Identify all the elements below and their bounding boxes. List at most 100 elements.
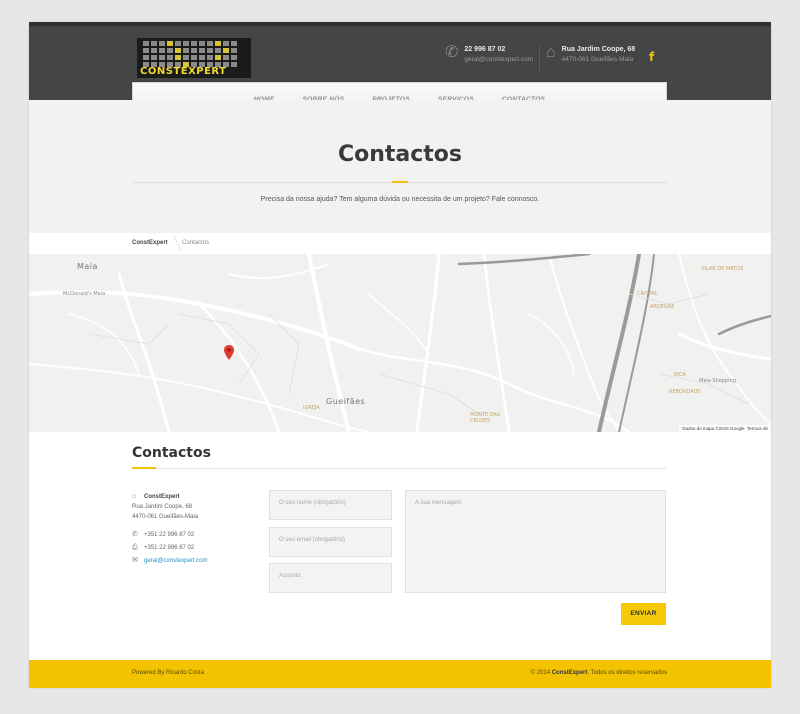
logo-block bbox=[231, 62, 237, 67]
facebook-icon[interactable]: f bbox=[649, 50, 654, 64]
map-credit-terms[interactable]: Termos de bbox=[747, 426, 768, 431]
header-address-block: ⌂ Rua Jardim Coope, 68 4470-061 Gueifães… bbox=[546, 45, 635, 65]
logo-block bbox=[159, 48, 165, 53]
map-label-gueifaes: Gueifães bbox=[326, 397, 366, 406]
subject-field[interactable]: Assunto bbox=[269, 563, 392, 593]
logo-block bbox=[175, 55, 181, 60]
header-address-line1: Rua Jardim Coope, 68 bbox=[561, 46, 636, 53]
logo-block bbox=[151, 41, 157, 46]
footer-rights: . Todos os direitos reservados bbox=[587, 670, 667, 676]
logo-block bbox=[199, 41, 205, 46]
contact-street: Rua Jardim Coope, 68 bbox=[132, 504, 193, 510]
map-label-vilar-de-matos: VILAR DE MATOS bbox=[701, 266, 744, 272]
page-frame: CONSTEXPERT ✆ 22 996 87 02 geral@constex… bbox=[29, 22, 771, 688]
logo-graphic bbox=[143, 41, 237, 67]
header-divider bbox=[539, 46, 540, 72]
logo-block bbox=[159, 55, 165, 60]
header-phone-block: ✆ 22 996 87 02 geral@constexpert.com bbox=[445, 45, 533, 65]
logo-block bbox=[215, 41, 221, 46]
logo-block bbox=[191, 41, 197, 46]
map-label-bica: BICA bbox=[674, 372, 686, 378]
logo-block bbox=[199, 48, 205, 53]
map-label-igreja: IGREJA bbox=[303, 405, 320, 411]
logo-block bbox=[151, 48, 157, 53]
breadcrumb: ConstExpert Contactos bbox=[29, 233, 771, 254]
logo-block bbox=[175, 48, 181, 53]
logo-block bbox=[231, 41, 237, 46]
breadcrumb-home[interactable]: ConstExpert bbox=[132, 240, 168, 246]
header-phone[interactable]: 22 996 87 02 bbox=[464, 45, 533, 55]
logo-block bbox=[223, 55, 229, 60]
site-logo[interactable]: CONSTEXPERT bbox=[137, 38, 251, 78]
contact-fax: +351 22 996 87 02 bbox=[144, 545, 195, 551]
logo-block bbox=[191, 55, 197, 60]
page-subtitle: Precisa da nossa ajuda? Tem alguma dúvid… bbox=[260, 196, 540, 203]
map-label-mcdonalds: McDonald's Maia bbox=[63, 291, 106, 297]
logo-block bbox=[215, 55, 221, 60]
logo-block bbox=[207, 41, 213, 46]
home-icon: ⌂ bbox=[132, 493, 137, 500]
phone-icon: ✆ bbox=[132, 531, 138, 538]
email-field[interactable]: O seu email (obrigatório) bbox=[269, 527, 392, 557]
logo-block bbox=[223, 41, 229, 46]
logo-text: CONSTEXPERT bbox=[140, 66, 227, 77]
logo-block bbox=[167, 41, 173, 46]
phone-icon: ✆ bbox=[445, 44, 459, 61]
site-footer: Powered By Ricardo Costa © 2014 ConstExp… bbox=[29, 660, 771, 688]
contact-details: ⌂ ConstExpert Rua Jardim Coope, 68 4470-0… bbox=[132, 492, 207, 566]
map-credit-data: Dados do mapa ©2015 Google bbox=[682, 426, 745, 431]
contact-company: ConstExpert bbox=[144, 494, 180, 500]
footer-credit: Powered By Ricardo Costa bbox=[132, 670, 205, 676]
title-accent bbox=[392, 181, 408, 183]
page-title-section: Contactos Precisa da nossa ajuda? Tem al… bbox=[29, 100, 771, 233]
logo-block bbox=[151, 55, 157, 60]
map-label-rebordaos: REBORDÃOS bbox=[669, 389, 701, 395]
logo-block bbox=[223, 48, 229, 53]
map-label-maia-shopping: Maia Shopping bbox=[699, 378, 736, 384]
logo-block bbox=[207, 48, 213, 53]
name-field[interactable]: O seu nome (obrigatório) bbox=[269, 490, 392, 520]
message-textarea[interactable]: A sua mensagem bbox=[405, 490, 666, 593]
contact-city: 4470-061 Gueifães-Maia bbox=[132, 514, 199, 520]
map-label-cristal: CRISTAL bbox=[637, 291, 658, 297]
logo-block bbox=[215, 48, 221, 53]
header-email[interactable]: geral@constexpert.com bbox=[464, 55, 533, 65]
contact-divider bbox=[132, 468, 666, 469]
envelope-icon: ✉ bbox=[132, 557, 138, 564]
logo-block bbox=[183, 41, 189, 46]
logo-block bbox=[183, 55, 189, 60]
logo-block bbox=[167, 48, 173, 53]
footer-copyright-year: © 2014 bbox=[530, 670, 551, 676]
map-label-monte-das-cruzes: MONTE DAS CRUZES bbox=[470, 412, 501, 424]
breadcrumb-separator bbox=[164, 236, 182, 251]
contact-accent bbox=[132, 467, 156, 469]
contact-heading: Contactos bbox=[132, 445, 211, 461]
logo-block bbox=[231, 48, 237, 53]
contact-email-link[interactable]: geral@constexpert.com bbox=[144, 556, 207, 566]
logo-block bbox=[167, 55, 173, 60]
fax-icon: ⎙ bbox=[132, 544, 138, 551]
logo-block bbox=[159, 41, 165, 46]
map-roads bbox=[29, 254, 771, 432]
send-button[interactable]: ENVIAR bbox=[621, 603, 666, 625]
page-title: Contactos bbox=[337, 142, 463, 167]
footer-copyright: © 2014 ConstExpert. Todos os direitos re… bbox=[531, 670, 667, 676]
logo-block bbox=[199, 55, 205, 60]
home-icon: ⌂ bbox=[546, 44, 556, 61]
logo-block bbox=[183, 48, 189, 53]
map-credits: Dados do mapa ©2015 Google Termos de bbox=[679, 425, 771, 432]
header-address-line2: 4470-061 Gueifães-Maia bbox=[561, 56, 634, 63]
logo-block bbox=[231, 55, 237, 60]
logo-block bbox=[191, 48, 197, 53]
map-label-ardegae: ARDEGÃE bbox=[650, 304, 675, 310]
contact-phone[interactable]: +351 22 996 87 02 bbox=[144, 530, 194, 540]
logo-block bbox=[143, 41, 149, 46]
logo-block bbox=[175, 41, 181, 46]
map-label-maia: Maia bbox=[77, 262, 98, 271]
logo-block bbox=[207, 55, 213, 60]
map-marker-icon[interactable] bbox=[224, 345, 234, 360]
logo-block bbox=[143, 55, 149, 60]
footer-brand[interactable]: ConstExpert bbox=[552, 670, 588, 676]
breadcrumb-current: Contactos bbox=[182, 240, 210, 246]
google-map[interactable]: Maia Gueifães VILAR DE MATOS CRISTAL ARD… bbox=[29, 254, 771, 432]
